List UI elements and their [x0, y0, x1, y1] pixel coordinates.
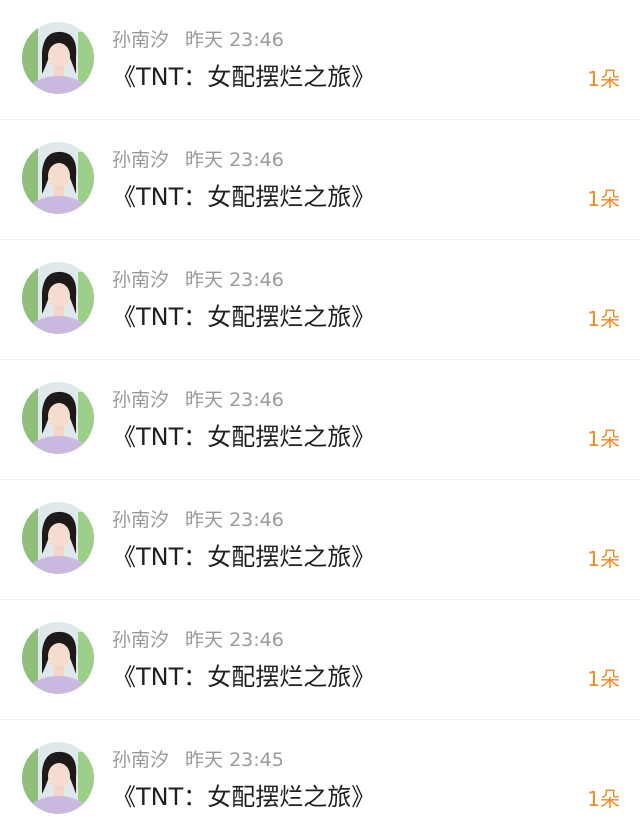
- user-avatar-icon[interactable]: [22, 382, 94, 454]
- item-time: 23:46: [229, 509, 284, 531]
- gift-count: 1朵: [587, 307, 620, 331]
- item-date: 昨天: [185, 749, 224, 771]
- item-date: 昨天: [185, 629, 224, 651]
- user-avatar-icon[interactable]: [22, 622, 94, 694]
- user-name[interactable]: 孙南汐: [112, 269, 169, 291]
- gift-record-list: 孙南汐 昨天 23:46 《TNT：女配摆烂之旅》 1朵 孙南汐 昨天 23:46 …: [0, 0, 640, 833]
- gift-count: 1朵: [587, 427, 620, 451]
- list-item[interactable]: 孙南汐 昨天 23:45 《TNT：女配摆烂之旅》 1朵: [0, 720, 640, 833]
- item-meta: 孙南汐 昨天 23:46: [112, 506, 284, 534]
- user-avatar-icon[interactable]: [22, 142, 94, 214]
- user-name[interactable]: 孙南汐: [112, 629, 169, 651]
- item-meta: 孙南汐 昨天 23:46: [112, 266, 284, 294]
- list-item[interactable]: 孙南汐 昨天 23:46 《TNT：女配摆烂之旅》 1朵: [0, 0, 640, 120]
- list-item[interactable]: 孙南汐 昨天 23:46 《TNT：女配摆烂之旅》 1朵: [0, 600, 640, 720]
- book-title[interactable]: 《TNT：女配摆烂之旅》: [112, 420, 375, 454]
- book-title[interactable]: 《TNT：女配摆烂之旅》: [112, 300, 375, 334]
- gift-count: 1朵: [587, 667, 620, 691]
- gift-count: 1朵: [587, 67, 620, 91]
- item-date: 昨天: [185, 509, 224, 531]
- item-meta: 孙南汐 昨天 23:46: [112, 26, 284, 54]
- gift-count: 1朵: [587, 547, 620, 571]
- user-name[interactable]: 孙南汐: [112, 749, 169, 771]
- item-time: 23:46: [229, 389, 284, 411]
- item-meta: 孙南汐 昨天 23:46: [112, 386, 284, 414]
- user-name[interactable]: 孙南汐: [112, 149, 169, 171]
- list-item[interactable]: 孙南汐 昨天 23:46 《TNT：女配摆烂之旅》 1朵: [0, 480, 640, 600]
- gift-count: 1朵: [587, 187, 620, 211]
- item-time: 23:46: [229, 629, 284, 651]
- user-avatar-icon[interactable]: [22, 22, 94, 94]
- gift-count: 1朵: [587, 787, 620, 811]
- item-date: 昨天: [185, 29, 224, 51]
- item-time: 23:46: [229, 269, 284, 291]
- item-time: 23:46: [229, 149, 284, 171]
- book-title[interactable]: 《TNT：女配摆烂之旅》: [112, 540, 375, 574]
- user-avatar-icon[interactable]: [22, 742, 94, 814]
- user-name[interactable]: 孙南汐: [112, 509, 169, 531]
- list-item[interactable]: 孙南汐 昨天 23:46 《TNT：女配摆烂之旅》 1朵: [0, 240, 640, 360]
- item-meta: 孙南汐 昨天 23:45: [112, 746, 284, 774]
- item-date: 昨天: [185, 269, 224, 291]
- item-meta: 孙南汐 昨天 23:46: [112, 146, 284, 174]
- item-meta: 孙南汐 昨天 23:46: [112, 626, 284, 654]
- user-name[interactable]: 孙南汐: [112, 29, 169, 51]
- item-time: 23:46: [229, 29, 284, 51]
- book-title[interactable]: 《TNT：女配摆烂之旅》: [112, 60, 375, 94]
- item-date: 昨天: [185, 389, 224, 411]
- book-title[interactable]: 《TNT：女配摆烂之旅》: [112, 180, 375, 214]
- item-date: 昨天: [185, 149, 224, 171]
- user-name[interactable]: 孙南汐: [112, 389, 169, 411]
- list-item[interactable]: 孙南汐 昨天 23:46 《TNT：女配摆烂之旅》 1朵: [0, 360, 640, 480]
- list-item[interactable]: 孙南汐 昨天 23:46 《TNT：女配摆烂之旅》 1朵: [0, 120, 640, 240]
- user-avatar-icon[interactable]: [22, 262, 94, 334]
- user-avatar-icon[interactable]: [22, 502, 94, 574]
- book-title[interactable]: 《TNT：女配摆烂之旅》: [112, 780, 375, 814]
- book-title[interactable]: 《TNT：女配摆烂之旅》: [112, 660, 375, 694]
- item-time: 23:45: [229, 749, 284, 771]
